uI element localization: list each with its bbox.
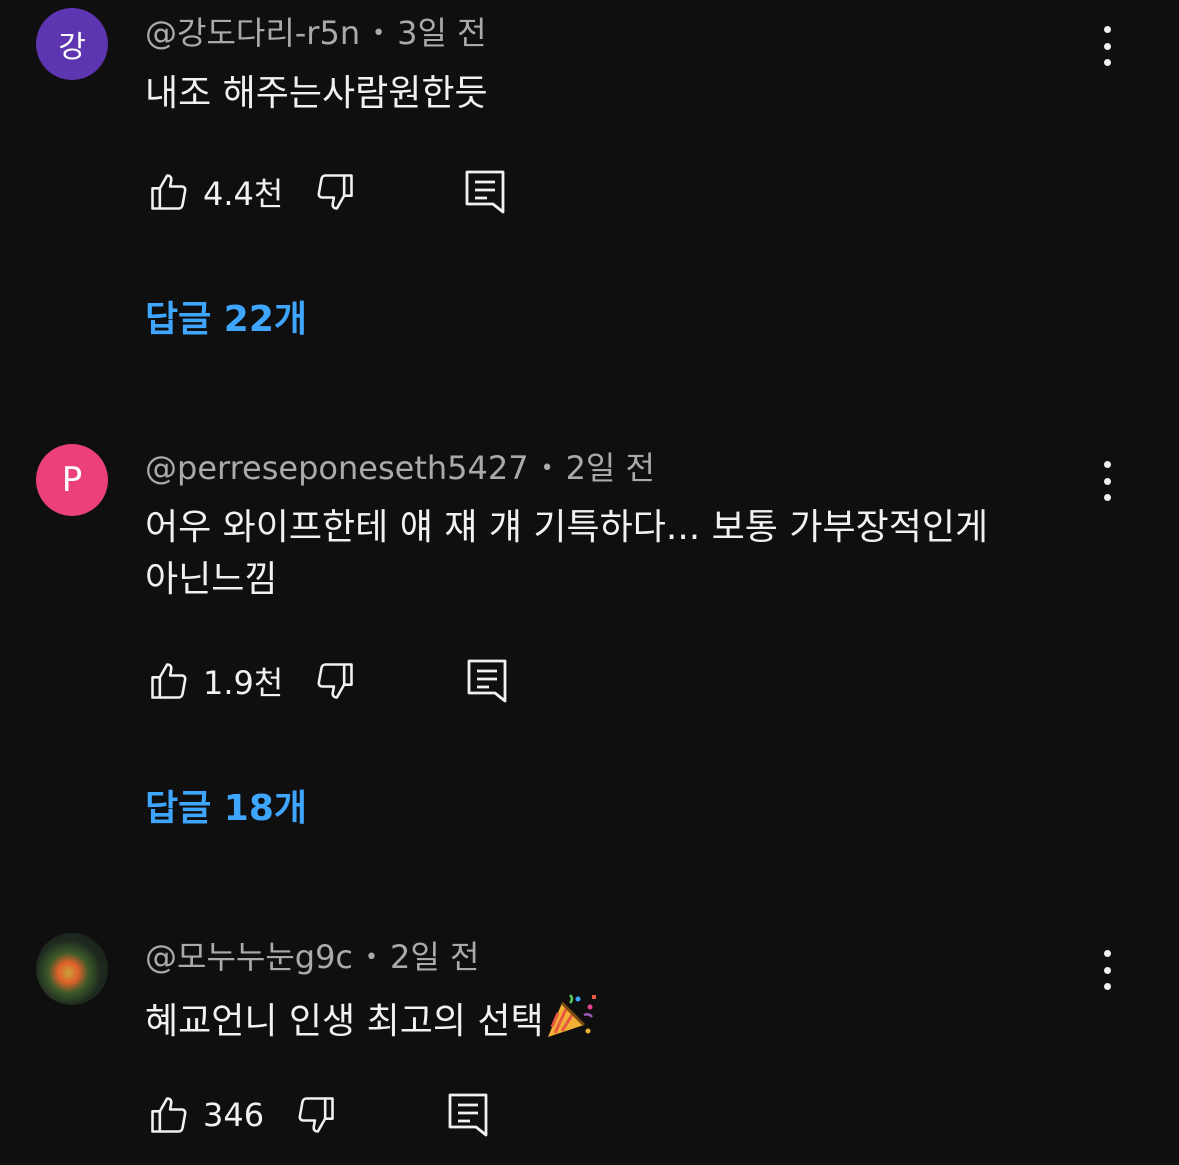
comment-text: 어우 와이프한테 얘 쟤 걔 기특하다... 보통 가부장적인게 아닌느낌 bbox=[145, 507, 989, 600]
more-options-button[interactable] bbox=[1090, 950, 1124, 990]
comment-author[interactable]: @perreseponeseth5427 bbox=[145, 449, 529, 487]
thumbs-down-icon bbox=[317, 663, 354, 699]
more-dot bbox=[1103, 983, 1111, 990]
comment-reply-icon bbox=[465, 170, 505, 214]
thumbs-up-icon bbox=[151, 1097, 187, 1133]
thumbs-up-icon bbox=[151, 663, 187, 699]
comment-author[interactable]: @강도다리-r5n bbox=[145, 14, 360, 52]
more-dot bbox=[1103, 42, 1111, 50]
comment-reply-icon bbox=[448, 1093, 488, 1137]
comment-meta: @강도다리-r5n • 3일 전 bbox=[145, 13, 487, 54]
comment-actions: 1.9천 bbox=[145, 657, 511, 705]
more-vertical-icon bbox=[1103, 461, 1111, 468]
avatar-letter: P bbox=[61, 460, 83, 500]
comment-text: 혜교언니 인생 최고의 선택 bbox=[145, 991, 1075, 1048]
like-button[interactable] bbox=[145, 168, 193, 216]
comment-author[interactable]: @모누누눈g9c bbox=[145, 938, 353, 976]
more-dot bbox=[1103, 494, 1111, 501]
comment-time: 3일 전 bbox=[397, 14, 487, 52]
like-count: 1.9천 bbox=[203, 664, 284, 702]
reply-button[interactable] bbox=[461, 168, 509, 216]
comment-time: 2일 전 bbox=[390, 938, 480, 976]
thumbs-down-icon bbox=[317, 174, 354, 210]
like-button[interactable] bbox=[145, 1091, 193, 1139]
thumbs-down-icon bbox=[298, 1097, 334, 1133]
comment-actions: 346 bbox=[145, 1091, 492, 1139]
separator-dot: • bbox=[372, 21, 386, 46]
comment-text: 내조 해주는사람원한듯 bbox=[145, 73, 488, 114]
avatar-letter: 강 bbox=[58, 30, 86, 65]
avatar[interactable] bbox=[36, 933, 108, 1005]
comment-actions: 4.4천 bbox=[145, 168, 509, 216]
like-count: 346 bbox=[203, 1096, 265, 1134]
comment-meta: @모누누눈g9c • 2일 전 bbox=[145, 937, 479, 978]
avatar[interactable]: 강 bbox=[36, 8, 108, 80]
more-dot bbox=[1103, 59, 1111, 66]
separator-dot: • bbox=[540, 456, 554, 481]
dislike-button[interactable] bbox=[311, 657, 359, 705]
dislike-button[interactable] bbox=[292, 1091, 340, 1139]
more-dot bbox=[1103, 966, 1111, 974]
separator-dot: • bbox=[365, 945, 379, 970]
avatar[interactable]: P bbox=[36, 444, 108, 516]
more-options-button[interactable] bbox=[1090, 26, 1124, 66]
more-options-button[interactable] bbox=[1090, 461, 1124, 501]
party-popper-emoji bbox=[547, 994, 596, 1037]
comment-reply-icon bbox=[467, 659, 507, 703]
reply-button[interactable] bbox=[444, 1091, 492, 1139]
more-vertical-icon bbox=[1103, 26, 1111, 33]
more-vertical-icon bbox=[1103, 950, 1111, 957]
comment-text-body: 혜교언니 인생 최고의 선택 bbox=[145, 1001, 544, 1042]
view-replies-button[interactable]: 답글 18개 bbox=[145, 787, 307, 831]
like-count: 4.4천 bbox=[203, 175, 284, 213]
dislike-button[interactable] bbox=[311, 168, 359, 216]
thumbs-up-icon bbox=[151, 174, 187, 210]
view-replies-button[interactable]: 답글 22개 bbox=[145, 298, 307, 342]
comment-meta: @perreseponeseth5427 • 2일 전 bbox=[145, 448, 655, 489]
reply-button[interactable] bbox=[463, 657, 511, 705]
comment-time: 2일 전 bbox=[565, 449, 655, 487]
like-button[interactable] bbox=[145, 657, 193, 705]
more-dot bbox=[1103, 477, 1111, 485]
